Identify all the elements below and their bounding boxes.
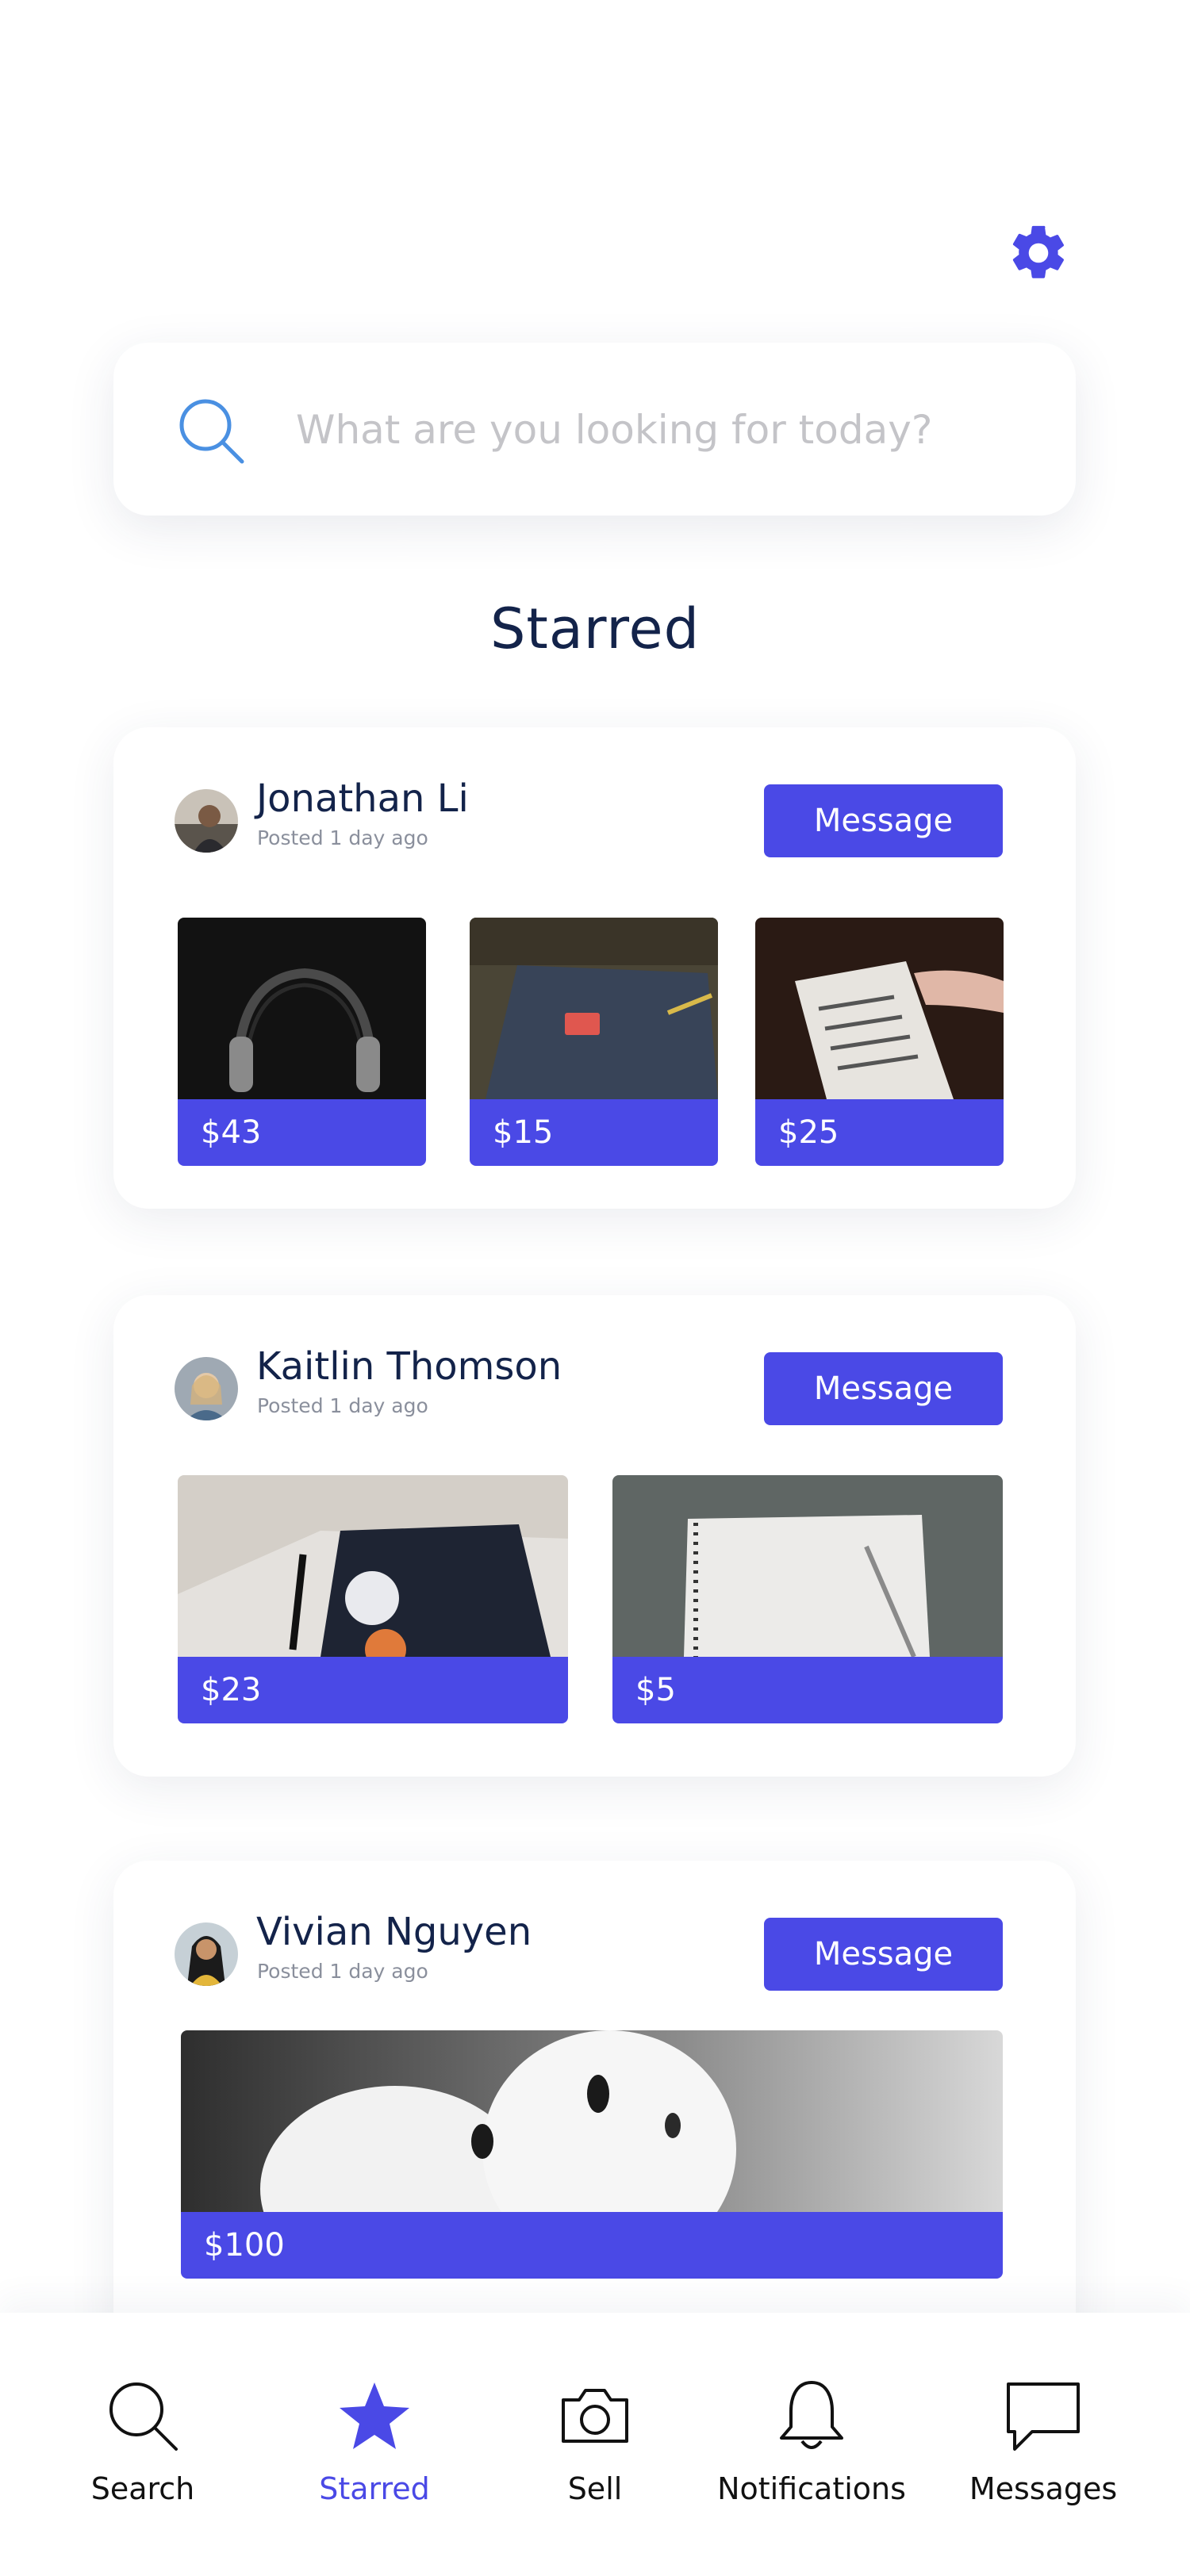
item-price: $15 xyxy=(470,1099,718,1166)
message-button[interactable]: Message xyxy=(764,1918,1003,1991)
seller-name[interactable]: Jonathan Li xyxy=(256,776,469,821)
search-bar[interactable] xyxy=(113,343,1076,516)
earbuds-photo xyxy=(181,2030,1003,2212)
seller-card: Kaitlin Thomson Posted 1 day ago Message… xyxy=(113,1295,1076,1777)
nav-starred[interactable]: Starred xyxy=(295,2313,454,2576)
listing-item[interactable]: $25 xyxy=(755,918,1004,1166)
camera-icon xyxy=(555,2376,635,2455)
item-price: $43 xyxy=(178,1099,426,1166)
item-price: $23 xyxy=(178,1657,568,1723)
search-icon xyxy=(175,395,247,466)
spiral-notepad-photo xyxy=(612,1475,1003,1657)
item-price: $25 xyxy=(755,1099,1004,1166)
item-price: $5 xyxy=(612,1657,1003,1723)
starred-screen: Starred Jonathan Li Posted 1 day ago Mes… xyxy=(0,0,1190,2576)
listing-item[interactable]: $23 xyxy=(178,1475,568,1723)
message-button[interactable]: Message xyxy=(764,784,1003,857)
posted-time: Posted 1 day ago xyxy=(257,1960,428,1983)
nav-label: Sell xyxy=(567,2471,623,2506)
nav-label: Messages xyxy=(969,2471,1118,2506)
settings-gear-icon[interactable] xyxy=(1006,220,1071,286)
book-photo xyxy=(755,918,1004,1099)
seller-card: Jonathan Li Posted 1 day ago Message $43 xyxy=(113,727,1076,1209)
seller-name[interactable]: Vivian Nguyen xyxy=(256,1910,532,1954)
avatar[interactable] xyxy=(175,1357,238,1420)
posted-time: Posted 1 day ago xyxy=(257,826,428,849)
nav-search[interactable]: Search xyxy=(63,2313,222,2576)
bottom-nav: Search Starred Sell Notifications Messag… xyxy=(0,2313,1190,2576)
nav-messages[interactable]: Messages xyxy=(960,2313,1127,2576)
nav-label: Starred xyxy=(319,2471,430,2506)
star-icon xyxy=(335,2376,414,2455)
seller-name[interactable]: Kaitlin Thomson xyxy=(256,1344,562,1389)
nav-label: Search xyxy=(90,2471,195,2506)
avatar[interactable] xyxy=(175,1922,238,1986)
nav-sell[interactable]: Sell xyxy=(516,2313,674,2576)
bell-icon xyxy=(772,2376,851,2455)
seller-card: Vivian Nguyen Posted 1 day ago Message $… xyxy=(113,1861,1076,2352)
listing-item[interactable]: $43 xyxy=(178,918,426,1166)
nav-label: Notifications xyxy=(717,2471,906,2506)
avatar[interactable] xyxy=(175,789,238,853)
search-input[interactable] xyxy=(296,390,1042,470)
listing-item[interactable]: $100 xyxy=(181,2030,1003,2279)
journal-with-pen-photo xyxy=(178,1475,568,1657)
search-icon xyxy=(103,2376,182,2455)
message-button[interactable]: Message xyxy=(764,1352,1003,1425)
headphones-photo xyxy=(178,918,426,1099)
item-price: $100 xyxy=(181,2212,1003,2279)
listing-item[interactable]: $5 xyxy=(612,1475,1003,1723)
chat-bubble-icon xyxy=(1004,2376,1083,2455)
posted-time: Posted 1 day ago xyxy=(257,1394,428,1417)
listing-item[interactable]: $15 xyxy=(470,918,718,1166)
notebook-photo xyxy=(470,918,718,1099)
nav-notifications[interactable]: Notifications xyxy=(708,2313,915,2576)
page-title: Starred xyxy=(489,596,701,661)
